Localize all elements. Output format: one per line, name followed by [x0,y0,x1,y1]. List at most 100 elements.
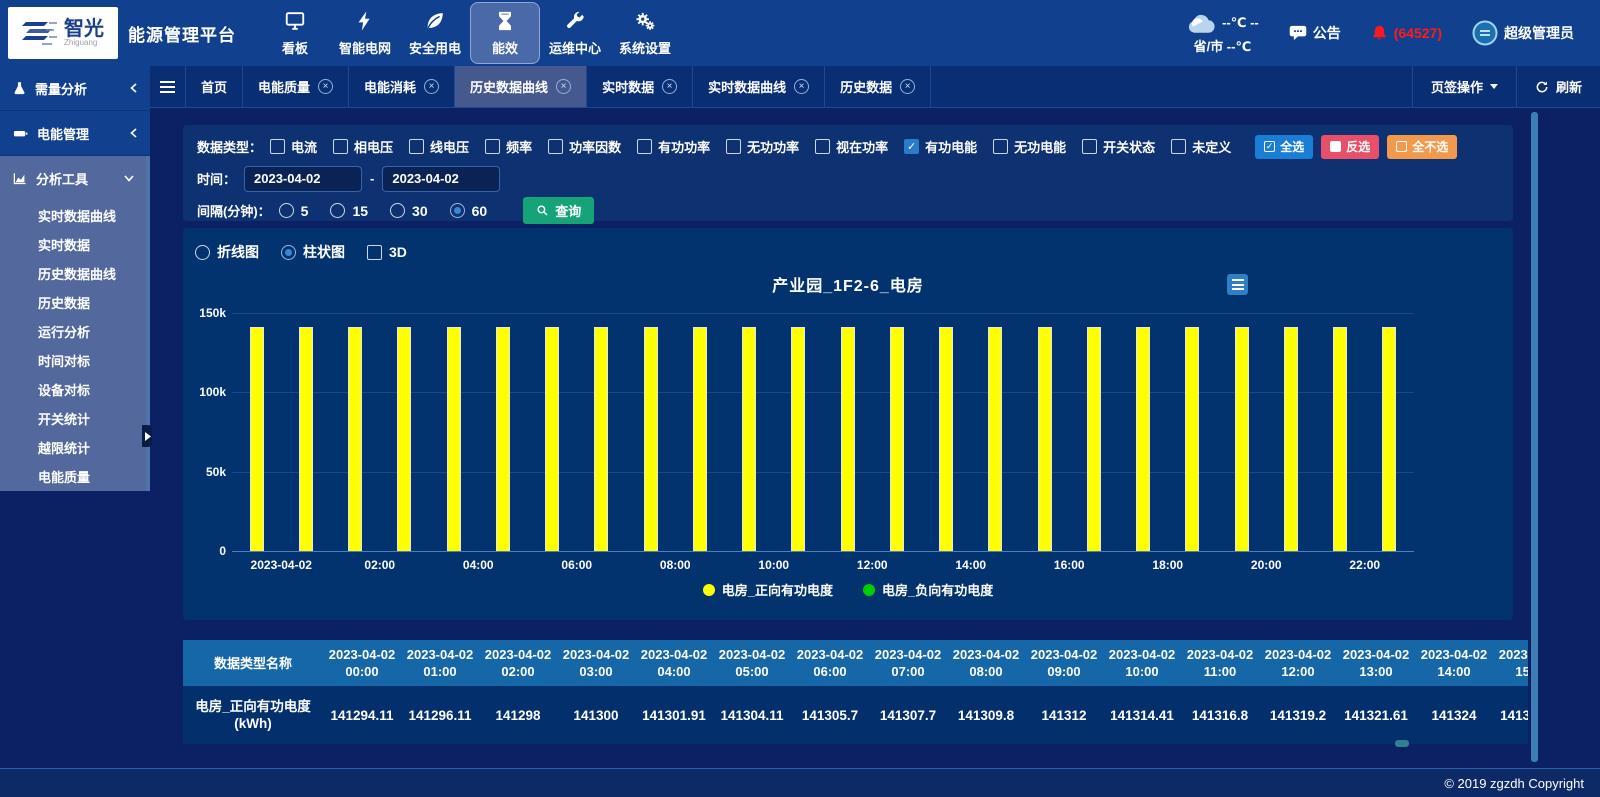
tab-实时数据曲线[interactable]: 实时数据曲线× [693,66,825,107]
checkbox-相电压[interactable]: 相电压 [333,137,393,156]
legend-item-电房_正向有功电度[interactable]: 电房_正向有功电度 [703,580,833,599]
tab-历史数据[interactable]: 历史数据× [825,66,931,107]
close-tab-icon[interactable]: × [424,79,439,94]
legend-color-dot [703,584,715,596]
close-tab-icon[interactable]: × [318,79,333,94]
checkbox-label: 相电压 [354,137,393,156]
sidebar-collapse-handle[interactable] [142,425,152,447]
date-to-input[interactable] [382,166,500,192]
copyright-text: © 2019 zgzdh Copyright [1444,776,1584,791]
sidebar-group-需量分析[interactable]: 需量分析 [0,66,150,111]
checkbox-功率因数[interactable]: 功率因数 [548,137,621,156]
refresh-button[interactable]: 刷新 [1516,66,1600,107]
close-tab-icon[interactable]: × [900,79,915,94]
wrench-icon [564,10,586,32]
legend-item-电房_负向有功电度[interactable]: 电房_负向有功电度 [863,580,993,599]
interval-radio-label: 5 [301,203,309,219]
interval-radio-30[interactable]: 30 [390,203,428,219]
column-time: 01:00 [423,663,456,680]
nav-item-系统设置[interactable]: 系统设置 [610,0,680,66]
chart-option-柱状图[interactable]: 柱状图 [281,242,345,262]
sidebar-group-电能管理[interactable]: 电能管理 [0,111,150,156]
column-date: 2023-04-02 [641,646,708,663]
select-button-全选[interactable]: ✓全选 [1255,135,1313,159]
notification-button[interactable]: (64527) [1371,24,1442,42]
checkbox-未定义[interactable]: 未定义 [1171,137,1231,156]
radio-dot [199,249,206,256]
interval-radio-60[interactable]: 60 [450,203,488,219]
column-time: 15:00 [1515,663,1528,680]
chart-option-3D[interactable]: 3D [367,244,407,260]
tab-label: 电能质量 [258,77,310,96]
bar-18:00 [1136,327,1150,551]
nav-item-运维中心[interactable]: 运维中心 [540,0,610,66]
checkbox-无功电能[interactable]: 无功电能 [993,137,1066,156]
checkbox-视在功率[interactable]: 视在功率 [815,137,888,156]
nav-item-能效[interactable]: 能效 [470,2,540,64]
tab-operations-dropdown[interactable]: 页签操作 [1412,66,1516,107]
horizontal-scrollbar[interactable] [1395,740,1409,747]
chart-option-折线图[interactable]: 折线图 [195,242,259,262]
close-tab-icon[interactable]: × [556,79,571,94]
checkbox-频率[interactable]: 频率 [485,137,532,156]
sidebar-item-设备对标[interactable]: 设备对标 [0,375,146,404]
date-from-input[interactable] [244,166,362,192]
time-label: 时间： [197,169,236,188]
nav-item-安全用电[interactable]: 安全用电 [400,0,470,66]
bell-icon [1371,24,1388,42]
select-button-反选[interactable]: 反选 [1321,135,1379,159]
checkbox-线电压[interactable]: 线电压 [409,137,469,156]
table-header-cell: 2023-04-0206:00 [791,640,869,686]
checkbox-开关状态[interactable]: 开关状态 [1082,137,1155,156]
tab-label: 实时数据 [602,77,654,96]
interval-radio-5[interactable]: 5 [279,203,309,219]
nav-item-智能电网[interactable]: 智能电网 [330,0,400,66]
nav-item-label: 安全用电 [409,38,461,57]
tab-历史数据曲线[interactable]: 历史数据曲线 × [455,66,587,107]
bar-slot [1168,313,1217,551]
tab-电能消耗[interactable]: 电能消耗× [349,66,455,107]
announcement-button[interactable]: 公告 [1289,23,1341,43]
sidebar-item-时间对标[interactable]: 时间对标 [0,346,146,375]
sidebar-item-实时数据曲线[interactable]: 实时数据曲线 [0,201,146,230]
checkbox-有功电能[interactable]: ✓有功电能 [904,137,977,156]
sidebar-group-分析工具[interactable]: 分析工具 [0,156,146,201]
tab-label: 历史数据曲线 [470,77,548,96]
sidebar-item-历史数据[interactable]: 历史数据 [0,288,146,317]
sidebar-item-电能质量[interactable]: 电能质量 [0,462,146,491]
weather-widget: --℃ -- 省/市 --℃ [1186,12,1259,55]
user-menu[interactable]: 超级管理员 [1472,20,1574,46]
menu-toggle-icon[interactable] [150,66,186,107]
checkbox-有功功率[interactable]: 有功功率 [637,137,710,156]
chart-toolbox-icon[interactable] [1227,274,1248,295]
sidebar-item-实时数据[interactable]: 实时数据 [0,230,146,259]
close-tab-icon[interactable]: × [794,79,809,94]
footer: © 2019 zgzdh Copyright [0,768,1600,797]
nav-item-label: 智能电网 [339,38,391,57]
vertical-scrollbar[interactable] [1531,112,1538,762]
close-tab-icon[interactable]: × [662,79,677,94]
sidebar-item-开关统计[interactable]: 开关统计 [0,404,146,433]
sidebar-item-越限统计[interactable]: 越限统计 [0,433,146,462]
bar-16:00 [1038,327,1052,551]
bar-slot [626,313,675,551]
value-cell: 141305.7 [791,686,869,744]
sidebar-item-运行分析[interactable]: 运行分析 [0,317,146,346]
tab-实时数据[interactable]: 实时数据 × [587,66,693,107]
checkbox-无功功率[interactable]: 无功功率 [726,137,799,156]
checkbox-电流[interactable]: 电流 [270,137,317,156]
interval-radio-15[interactable]: 15 [330,203,368,219]
bar-slot [281,313,330,551]
x-axis-tick-label: 16:00 [1020,558,1119,572]
bar-01:00 [299,327,313,551]
query-button[interactable]: 查询 [523,197,594,224]
bar-00:00 [250,327,264,551]
sidebar-item-历史数据曲线[interactable]: 历史数据曲线 [0,259,146,288]
nav-item-看板[interactable]: 看板 [260,0,330,66]
bar-15:00 [988,327,1002,551]
select-button-全不选[interactable]: 全不选 [1387,135,1457,159]
column-date: 2023-04-02 [1499,646,1528,663]
tab-电能质量[interactable]: 电能质量 × [243,66,349,107]
tab-首页[interactable]: 首页 [186,66,243,107]
radio-circle [390,203,405,218]
